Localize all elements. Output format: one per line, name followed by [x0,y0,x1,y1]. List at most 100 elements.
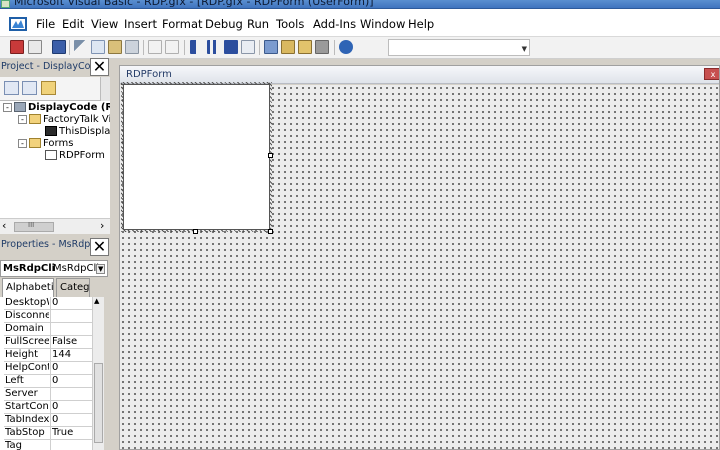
property-value[interactable]: 0 [52,297,92,309]
userform-icon [45,150,57,160]
resize-handle-bottom[interactable] [193,229,198,234]
project-toolbar-overflow[interactable] [100,77,110,101]
break-icon[interactable] [207,40,221,54]
tree-expander[interactable]: - [18,138,27,148]
redo-icon[interactable] [165,40,179,54]
copy-icon[interactable] [91,40,105,54]
chevron-down-icon[interactable]: ▼ [96,264,106,274]
menu-window[interactable]: Window [360,17,405,31]
property-value[interactable]: 0 [52,414,92,426]
property-value[interactable]: 0 [52,375,92,387]
scroll-thumb[interactable]: III [14,221,54,232]
menu-edit[interactable]: Edit [62,17,84,31]
property-row[interactable]: StartConn0 [4,401,92,414]
designer-close-button[interactable]: x [704,68,719,80]
project-horizontal-scrollbar[interactable]: ‹ III › [0,218,110,234]
object-browser-icon[interactable] [298,40,312,54]
menu-bar: File Edit View Insert Format Debug Run T… [0,9,720,37]
title-bar: Microsoft Visual Basic - RDP.gfx - [RDP.… [0,0,720,9]
property-name: StartConn [5,401,49,412]
property-value[interactable]: True [52,427,92,439]
toggle-folders-icon[interactable] [41,81,56,95]
properties-grid: DesktopW0 Disconnect Domain FullScreenFa… [0,297,104,450]
standard-toolbar: ▼ [0,37,720,59]
resize-handle-right[interactable] [268,153,273,158]
undo-icon[interactable] [148,40,162,54]
toolbar-separator [334,40,335,55]
property-row[interactable]: TabStop True [4,427,92,440]
vbe-logo-icon[interactable] [8,15,28,33]
project-explorer-icon[interactable] [264,40,278,54]
location-combo[interactable]: ▼ [388,39,530,56]
menu-tools[interactable]: Tools [276,17,304,31]
property-value[interactable]: 0 [52,401,92,413]
menu-view[interactable]: View [91,17,118,31]
property-name: Domain [5,323,44,334]
property-row[interactable]: Disconnect [4,310,92,323]
property-value[interactable]: 144 [52,349,92,361]
design-mode-icon[interactable] [241,40,255,54]
project-close-button[interactable]: ✕ [90,58,109,76]
property-row[interactable]: Left 0 [4,375,92,388]
tree-expander[interactable]: - [18,114,27,124]
property-name: Height [5,349,39,360]
menu-run[interactable]: Run [247,17,269,31]
menu-file[interactable]: File [36,17,55,31]
toolbox-icon[interactable] [315,40,329,54]
property-row[interactable]: Tag [4,440,92,450]
property-row[interactable]: Height 144 [4,349,92,362]
rdp-client-control[interactable] [123,84,270,230]
resize-handle-corner[interactable] [268,229,273,234]
project-pane-title: Project - DisplayCode [0,59,92,76]
property-row[interactable]: Server [4,388,92,401]
tree-item-rdpform[interactable]: RDPForm [45,149,105,162]
view-object-icon[interactable] [22,81,37,95]
properties-close-button[interactable]: ✕ [90,238,109,256]
menu-insert[interactable]: Insert [124,17,157,31]
property-value[interactable]: 0 [52,362,92,374]
insert-icon[interactable] [28,40,42,54]
scroll-right-icon[interactable]: › [100,219,104,232]
properties-pane-title: Properties - MsRdpClient [0,237,92,254]
properties-vertical-scrollbar[interactable]: ▲ [92,297,104,450]
property-name: Disconnect [5,310,49,321]
reset-icon[interactable] [224,40,238,54]
property-row[interactable]: DesktopW0 [4,297,92,310]
properties-icon[interactable] [281,40,295,54]
cut-icon[interactable] [74,40,88,54]
folder-icon [29,138,41,148]
property-row[interactable]: TabIndex 0 [4,414,92,427]
view-code-icon[interactable] [4,81,19,95]
scroll-up-icon[interactable]: ▲ [94,297,99,305]
tab-categorized[interactable]: Categ [56,278,90,297]
scroll-thumb-grip: III [28,221,35,229]
property-row[interactable]: FullScreenFalse [4,336,92,349]
tree-expander[interactable]: - [3,102,12,112]
project-toolbar [0,77,110,101]
property-row[interactable]: Domain [4,323,92,336]
tree-item-label: RDPForm [59,150,105,161]
tab-alphabetic[interactable]: Alphabetic [2,278,54,297]
find-icon[interactable] [125,40,139,54]
property-value[interactable]: False [52,336,92,348]
toolbar-separator [69,40,70,55]
view-host-icon[interactable] [10,40,24,54]
property-name: TabStop [5,427,45,438]
menu-help[interactable]: Help [408,17,434,31]
folder-icon [29,114,41,124]
menu-add-ins[interactable]: Add-Ins [313,17,356,31]
object-selector[interactable]: MsRdpCli MsRdpClie ▼ [0,260,108,277]
save-icon[interactable] [52,40,66,54]
object-selector-name: MsRdpCli [3,263,56,274]
scroll-thumb[interactable] [94,363,103,443]
chevron-down-icon[interactable]: ▼ [522,45,527,53]
help-icon[interactable] [339,40,353,54]
scroll-left-icon[interactable]: ‹ [2,219,6,232]
paste-icon[interactable] [108,40,122,54]
pane-splitter[interactable] [110,59,118,450]
property-name: Server [5,388,38,399]
menu-format[interactable]: Format [162,17,203,31]
menu-debug[interactable]: Debug [205,17,243,31]
run-icon[interactable] [190,40,204,54]
property-row[interactable]: HelpConte0 [4,362,92,375]
